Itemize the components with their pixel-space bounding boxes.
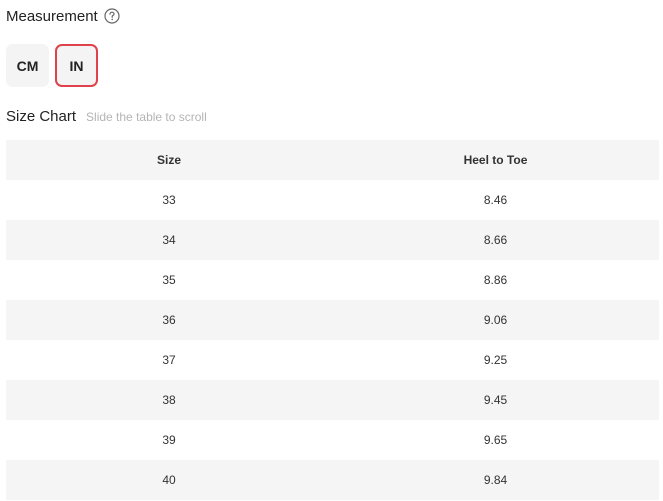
size-cell: 38 (6, 380, 332, 420)
unit-toggle-group: CM IN (6, 44, 98, 87)
size-cell: 36 (6, 300, 332, 340)
size-chart-table[interactable]: Size Heel to Toe 33 8.46 34 8.66 35 8.86… (6, 140, 659, 500)
measurement-title: Measurement (6, 7, 98, 25)
unit-button-in[interactable]: IN (55, 44, 98, 87)
size-cell: 33 (6, 180, 332, 220)
question-circle-icon[interactable] (104, 8, 120, 24)
heel-to-toe-cell: 9.06 (332, 300, 659, 340)
size-chart-title: Size Chart (6, 108, 77, 125)
table-row: 35 8.86 (6, 260, 659, 300)
size-cell: 37 (6, 340, 332, 380)
heel-to-toe-cell: 8.66 (332, 220, 659, 260)
size-cell: 40 (6, 460, 332, 500)
table-row: 37 9.25 (6, 340, 659, 380)
column-header-heel-to-toe: Heel to Toe (332, 140, 659, 180)
scroll-hint: Slide the table to scroll (86, 110, 207, 124)
size-cell: 35 (6, 260, 332, 300)
size-cell: 39 (6, 420, 332, 460)
size-cell: 34 (6, 220, 332, 260)
heel-to-toe-cell: 9.45 (332, 380, 659, 420)
heel-to-toe-cell: 9.25 (332, 340, 659, 380)
size-chart-header: Size Chart Slide the table to scroll (6, 108, 207, 130)
measurement-header: Measurement (6, 5, 120, 27)
table-row: 34 8.66 (6, 220, 659, 260)
table-row: 40 9.84 (6, 460, 659, 500)
heel-to-toe-cell: 9.65 (332, 420, 659, 460)
heel-to-toe-cell: 9.84 (332, 460, 659, 500)
column-header-size: Size (6, 140, 332, 180)
table-row: 33 8.46 (6, 180, 659, 220)
table-row: 38 9.45 (6, 380, 659, 420)
unit-button-cm[interactable]: CM (6, 44, 49, 87)
heel-to-toe-cell: 8.86 (332, 260, 659, 300)
table-row: 36 9.06 (6, 300, 659, 340)
table-row: 39 9.65 (6, 420, 659, 460)
table-header-row: Size Heel to Toe (6, 140, 659, 180)
heel-to-toe-cell: 8.46 (332, 180, 659, 220)
